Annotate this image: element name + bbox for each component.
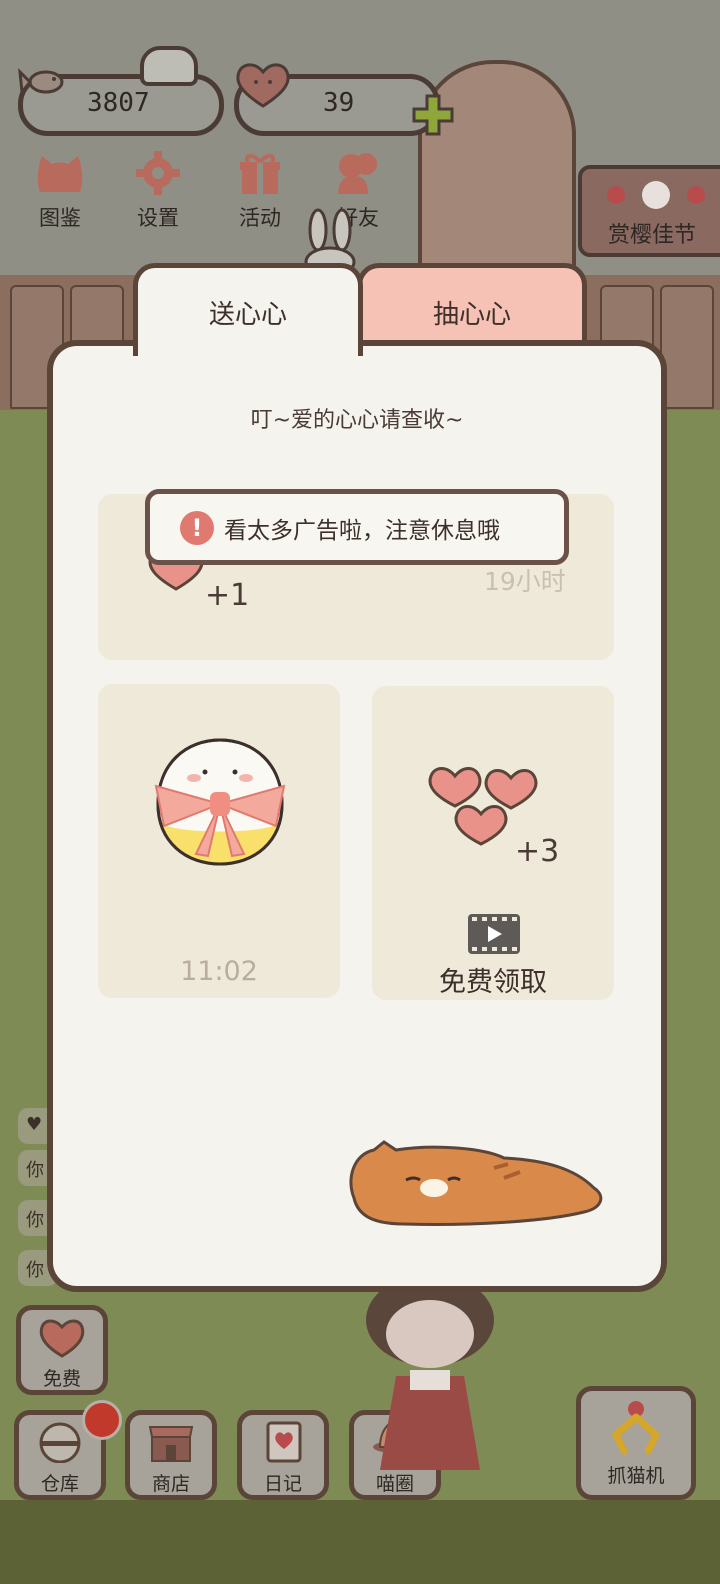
tab-send-hearts[interactable]: 送心心 bbox=[133, 263, 363, 356]
claw-machine-button[interactable]: 抓猫机 bbox=[576, 1386, 696, 1500]
ground-strip bbox=[0, 1500, 720, 1584]
sleeping-cat-character bbox=[349, 1140, 603, 1226]
panel-title: 叮~爱的心心请查收~ bbox=[250, 408, 464, 433]
top-card-reward: +1 bbox=[205, 578, 250, 613]
bottom-diary-label: 日记 bbox=[263, 1473, 302, 1495]
bottom-diary-button[interactable]: 日记 bbox=[237, 1410, 329, 1500]
heart-icon bbox=[236, 63, 290, 108]
free-button-label: 免费 bbox=[42, 1368, 81, 1390]
claw-icon bbox=[611, 1401, 661, 1455]
nav-settings[interactable]: 设置 bbox=[118, 150, 198, 232]
festival-event-button[interactable]: 赏樱佳节 bbox=[578, 165, 720, 257]
rest-reminder-toast: ! 看太多广告啦，注意休息哦 bbox=[145, 489, 569, 565]
warning-icon: ! bbox=[180, 511, 214, 545]
free-hearts-button[interactable]: 免费 bbox=[16, 1305, 108, 1395]
fish-count: 3807 bbox=[87, 88, 150, 118]
nav-collection-label: 图鉴 bbox=[39, 206, 81, 230]
gift-icon bbox=[240, 154, 280, 194]
claw-machine-label: 抓猫机 bbox=[607, 1465, 665, 1487]
nav-settings-label: 设置 bbox=[137, 206, 179, 230]
heart-icon bbox=[39, 1319, 85, 1358]
free-card-reward: +3 bbox=[515, 834, 560, 869]
tab-draw-hearts-label: 抽心心 bbox=[432, 300, 511, 330]
notification-badge bbox=[82, 1400, 122, 1440]
egg-card-timer: 11:02 bbox=[180, 956, 258, 987]
panda-mascot-icon bbox=[140, 46, 198, 86]
warehouse-icon bbox=[39, 1422, 81, 1464]
nav-events-label: 活动 bbox=[239, 206, 281, 230]
gear-icon bbox=[136, 151, 180, 195]
fence-slat bbox=[660, 285, 714, 409]
friends-icon bbox=[338, 153, 377, 194]
top-card-timer: 19小时 bbox=[484, 567, 566, 596]
heart-count: 39 bbox=[323, 88, 355, 118]
bottom-shop-label: 商店 bbox=[151, 1473, 190, 1495]
bunny-character bbox=[304, 208, 356, 270]
nav-events[interactable]: 活动 bbox=[220, 150, 300, 232]
nav-collection[interactable]: 图鉴 bbox=[20, 150, 100, 232]
free-claim-button[interactable]: 免费领取 bbox=[372, 960, 614, 999]
diary-icon bbox=[266, 1421, 302, 1463]
bottom-shop-button[interactable]: 商店 bbox=[125, 1410, 217, 1500]
cat-face-icon bbox=[37, 156, 83, 192]
girl-character bbox=[366, 1280, 494, 1470]
gift-egg-icon bbox=[154, 738, 286, 866]
bottom-warehouse-label: 仓库 bbox=[40, 1473, 79, 1495]
shop-icon bbox=[148, 1426, 194, 1462]
fish-icon bbox=[18, 67, 64, 96]
festival-label: 赏樱佳节 bbox=[608, 223, 697, 248]
tab-send-hearts-label: 送心心 bbox=[208, 300, 287, 330]
video-ad-icon bbox=[468, 914, 520, 954]
toast-message: 看太多广告啦，注意休息哦 bbox=[224, 518, 500, 544]
add-hearts-plus-icon[interactable] bbox=[412, 94, 454, 136]
cherry-blossom-icon bbox=[607, 181, 705, 209]
